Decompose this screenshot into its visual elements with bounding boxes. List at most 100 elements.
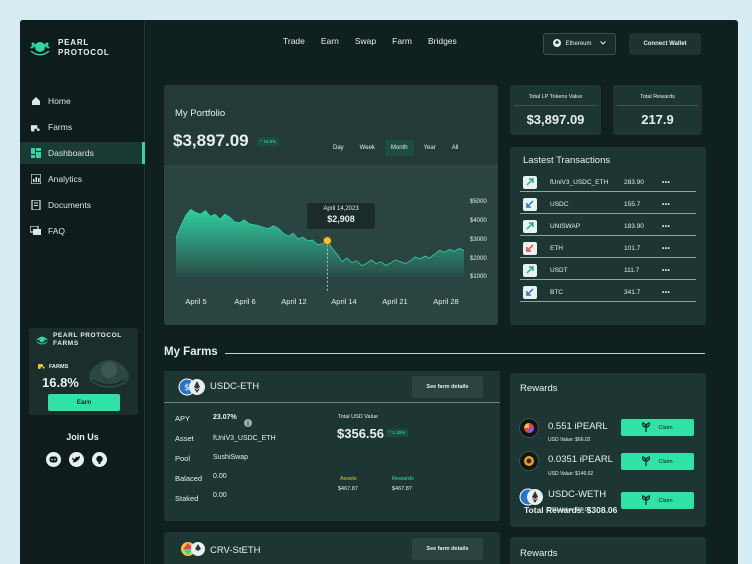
sidebar-item-label: FAQ — [48, 226, 66, 236]
rewards-card: Rewards 0.551 iPEARL USD Value: $66.02 C… — [510, 373, 706, 527]
staked-label: Staked — [175, 494, 199, 503]
home-icon — [30, 96, 41, 107]
tooltip-value: $2,908 — [327, 214, 355, 224]
tab-week[interactable]: Week — [354, 140, 381, 156]
portfolio-value: $3,897.09 — [173, 131, 249, 150]
network-selector[interactable]: Ethereum — [543, 33, 616, 55]
transaction-row[interactable]: BTC 341.7 ••• — [520, 283, 696, 302]
transaction-amount: 283.90 — [624, 178, 644, 186]
more-options-icon[interactable]: ••• — [662, 289, 670, 296]
sidebar-item-label: Dashboards — [48, 148, 94, 158]
transaction-row[interactable]: USDC 155.7 ••• — [520, 195, 696, 214]
transaction-name: ETH — [550, 244, 563, 252]
twitter-icon[interactable] — [69, 452, 84, 467]
balanced-label: Balaced — [175, 474, 203, 483]
pearl-logo-icon — [36, 336, 48, 345]
portfolio-chart-area: $5000 $4000 $3000 $2000 $1000 April 5 April 6 A… — [164, 165, 498, 325]
divider — [617, 105, 698, 106]
more-options-icon[interactable]: ••• — [662, 179, 670, 186]
y-tick-label: $3000 — [470, 237, 487, 243]
earn-button[interactable]: Earn — [48, 394, 120, 411]
ipearl-token-icon — [519, 418, 539, 438]
reward-name: USDC-WETH — [548, 489, 607, 500]
reward-usd: USD Value: $66.02 — [548, 437, 591, 443]
highlight-point[interactable] — [322, 236, 332, 246]
period-tabs: Day Week Month Year All — [327, 140, 468, 156]
sidebar-item-analytics[interactable]: Analytics — [20, 168, 145, 190]
stat-value: 217.9 — [641, 112, 674, 127]
reward-name: 0.551 iPEARL — [548, 421, 608, 432]
claim-button[interactable]: Claim — [621, 453, 694, 470]
y-tick-label: $2000 — [470, 256, 487, 262]
connect-wallet-button[interactable]: Connect Wallet — [629, 33, 701, 55]
transaction-row[interactable]: ETH 101.7 ••• — [520, 239, 696, 258]
transaction-row[interactable]: UNISWAP 183.90 ••• — [520, 217, 696, 236]
transaction-amount: 101.7 — [624, 244, 641, 252]
usdc-eth-pair-icon: $ — [178, 378, 205, 396]
claim-button[interactable]: Claim — [621, 419, 694, 436]
nav-swap[interactable]: Swap — [355, 36, 376, 46]
ethereum-icon — [553, 39, 562, 49]
ipearl-token-icon — [519, 451, 539, 471]
transaction-name: USDC — [550, 200, 569, 208]
divider — [514, 105, 597, 106]
tab-year[interactable]: Year — [418, 140, 442, 156]
sidebar-item-home[interactable]: Home — [20, 90, 145, 112]
more-options-icon[interactable]: ••• — [662, 201, 670, 208]
sidebar-item-documents[interactable]: Documents — [20, 194, 145, 216]
total-rewards: Total Rewards: $308.06 — [524, 505, 618, 515]
sidebar-item-dashboards[interactable]: Dashboards — [20, 142, 145, 164]
brand-logo[interactable]: PEARL PROTOCOL — [28, 36, 110, 60]
see-farm-details-button[interactable]: See farm details — [412, 538, 483, 560]
github-icon[interactable] — [92, 452, 107, 467]
x-tick-label: April 21 — [382, 297, 407, 306]
farm-name: CRV-StETH — [210, 545, 261, 556]
portfolio-change-value: 15.8% — [263, 139, 277, 144]
transaction-amount: 111.7 — [624, 266, 640, 274]
claim-label: Claim — [658, 458, 673, 465]
pearl-logo-icon — [30, 42, 50, 56]
assets-label: Assets — [340, 476, 357, 482]
divider — [225, 353, 705, 354]
nav-bridges[interactable]: Bridges — [428, 36, 457, 46]
y-tick-label: $5000 — [470, 199, 487, 205]
nav-farm[interactable]: Farm — [392, 36, 412, 46]
balanced-value: 0.00 — [213, 473, 227, 480]
tab-all[interactable]: All — [446, 140, 465, 156]
brand-line-1: PEARL — [58, 38, 90, 47]
tab-day[interactable]: Day — [327, 140, 350, 156]
claim-label: Claim — [658, 424, 673, 431]
farm-name: USDC-ETH — [210, 381, 260, 392]
rewards-label: Rewards — [392, 476, 414, 482]
app-window: PEARL PROTOCOL Home Farms Dashboards Ana… — [20, 20, 738, 564]
total-usd-label: Total USD Value — [338, 414, 378, 420]
claim-button[interactable]: Claim — [621, 492, 694, 509]
tab-month[interactable]: Month — [384, 140, 414, 156]
nav-trade[interactable]: Trade — [283, 36, 305, 46]
transaction-amount: 341.7 — [624, 288, 641, 296]
chart-tooltip: April 14,2023 $2,908 — [307, 203, 375, 229]
pool-label: Pool — [175, 454, 191, 463]
rewards-title: Rewards — [520, 548, 558, 559]
y-tick-label: $1000 — [470, 274, 487, 280]
nav-earn[interactable]: Earn — [321, 36, 339, 46]
promo-title: PEARL PROTOCOL — [53, 332, 122, 339]
discord-icon[interactable] — [46, 452, 61, 467]
more-options-icon[interactable]: ••• — [662, 223, 670, 230]
rewards-title: Rewards — [520, 383, 558, 394]
portfolio-card: My Portfolio $3,897.09 ^ 15.8% Day Week … — [164, 85, 498, 325]
arrow-up-right-icon — [523, 219, 537, 233]
sidebar-item-faq[interactable]: FAQ — [20, 220, 145, 242]
transaction-row[interactable]: USDT 111.7 ••• — [520, 261, 696, 280]
farm-card-usdc-eth: $ USDC-ETH See farm details APY 23.07% A… — [164, 371, 500, 521]
more-options-icon[interactable]: ••• — [662, 267, 670, 274]
tractor-icon — [37, 362, 46, 371]
transaction-row[interactable]: fUniV3_USDC_ETH 283.90 ••• — [520, 173, 696, 192]
see-farm-details-button[interactable]: See farm details — [412, 376, 483, 398]
info-icon[interactable] — [244, 414, 252, 432]
tooltip-date: April 14,2023 — [323, 206, 359, 212]
more-options-icon[interactable]: ••• — [662, 245, 670, 252]
sidebar-item-label: Analytics — [48, 174, 83, 184]
sidebar-item-farms[interactable]: Farms — [20, 116, 145, 138]
sidebar-item-label: Home — [48, 96, 71, 106]
